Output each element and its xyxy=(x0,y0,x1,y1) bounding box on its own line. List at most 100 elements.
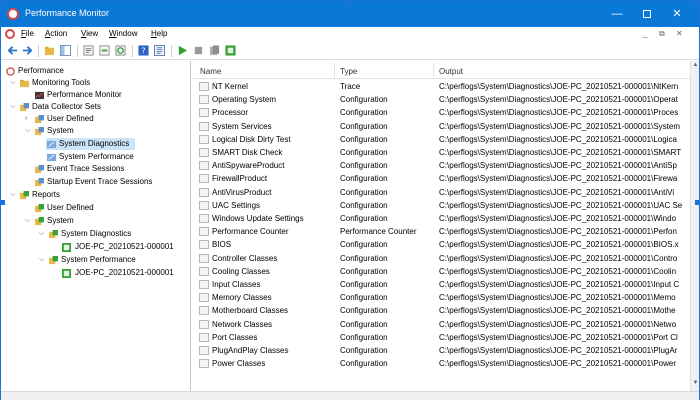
row-output-path: C:\perflogs\System\Diagnostics\JOE-PC_20… xyxy=(439,148,682,157)
forward-arrow-icon[interactable] xyxy=(22,45,33,56)
export-list-icon[interactable] xyxy=(99,45,110,56)
scroll-up-icon[interactable]: ▲ xyxy=(691,62,700,71)
row-output-path: C:\perflogs\System\Diagnostics\JOE-PC_20… xyxy=(439,121,681,131)
expanded-chevron-icon[interactable]: ⌵ xyxy=(10,101,18,113)
column-header-type[interactable]: Type xyxy=(340,67,357,76)
table-row[interactable]: PlugAndPlay Classes Configuration C:\perfl… xyxy=(192,344,690,357)
expanded-chevron-icon[interactable]: ⌵ xyxy=(25,125,33,137)
table-row[interactable]: BIOS Configuration C:\perflogs\System\Diag… xyxy=(192,238,690,251)
stop-icon[interactable] xyxy=(193,45,204,56)
close-button[interactable]: ✕ xyxy=(663,5,691,23)
column-divider[interactable] xyxy=(334,63,335,77)
tree-item-monitoring-tools[interactable]: ⌵ Monitoring Tools xyxy=(1,77,190,89)
row-type: Configuration xyxy=(340,174,388,184)
tree-item-startup-event-trace-sessions[interactable]: Startup Event Trace Sessions xyxy=(1,176,190,188)
collector-item-icon xyxy=(199,108,209,118)
table-row[interactable]: Controller Classes Configuration C:\perflo… xyxy=(192,252,690,265)
refresh-icon[interactable] xyxy=(115,45,126,56)
system-menu-icon[interactable] xyxy=(5,29,15,39)
table-row[interactable]: Motherboard Classes Configuration C:\perfl… xyxy=(192,304,690,317)
tree-item-reports[interactable]: ⌵ Reports xyxy=(1,189,190,201)
minimize-button[interactable]: — xyxy=(603,5,631,23)
tree-item-reports-system-performance[interactable]: ⌵ System Performance xyxy=(1,254,190,266)
tree-item-system[interactable]: ⌵ System xyxy=(1,125,190,137)
properties-icon[interactable] xyxy=(83,45,94,56)
mdi-minimize-button[interactable]: _ xyxy=(643,29,647,38)
table-row[interactable]: Logical Disk Dirty Test Configuration C:\p… xyxy=(192,133,690,146)
row-output-path: C:\perflogs\System\Diagnostics\JOE-PC_20… xyxy=(439,214,677,223)
table-row[interactable]: Memory Classes Configuration C:\perflogs\S… xyxy=(192,291,690,304)
table-row[interactable]: Operating System Configuration C:\perflogs… xyxy=(192,93,690,106)
table-row[interactable]: AntiVirusProduct Configuration C:\perflogs… xyxy=(192,186,690,199)
column-header-output[interactable]: Output xyxy=(439,67,463,76)
expanded-chevron-icon[interactable]: ⌵ xyxy=(39,254,47,266)
row-output-path: C:\perflogs\System\Diagnostics\JOE-PC_20… xyxy=(439,266,677,276)
tree-item-reports-user-defined[interactable]: User Defined xyxy=(1,202,190,214)
reports-icon xyxy=(49,230,58,239)
table-row[interactable]: Cooling Classes Configuration C:\perflogs\… xyxy=(192,265,690,278)
tree-item-system-performance[interactable]: System Performance xyxy=(1,151,190,163)
tree-item-event-trace-sessions[interactable]: Event Trace Sessions xyxy=(1,163,190,175)
latest-report-icon[interactable] xyxy=(209,45,220,56)
up-folder-icon[interactable] xyxy=(44,45,55,56)
maximize-button[interactable] xyxy=(633,5,661,23)
menu-action[interactable]: Action xyxy=(45,29,67,38)
expanded-chevron-icon[interactable]: ⌵ xyxy=(25,215,33,227)
menu-window[interactable]: Window xyxy=(109,29,137,38)
collector-item-icon xyxy=(199,174,209,184)
menu-view[interactable]: View xyxy=(81,29,98,38)
selection-handle xyxy=(695,200,700,205)
collapsed-chevron-icon[interactable]: › xyxy=(25,113,33,125)
row-output-path: C:\perflogs\System\Diagnostics\JOE-PC_20… xyxy=(439,280,680,289)
table-row[interactable]: NT Kernel Trace C:\perflogs\System\Diagnos… xyxy=(192,80,690,93)
row-name: UAC Settings xyxy=(212,200,261,210)
table-row[interactable]: UAC Settings Configuration C:\perflogs\Sys… xyxy=(192,199,690,212)
perfmon-icon xyxy=(6,67,15,76)
tree-item-reports-system[interactable]: ⌵ System xyxy=(1,215,190,227)
table-row[interactable]: Port Classes Configuration C:\perflogs\Sys… xyxy=(192,331,690,344)
tree-item-data-collector-sets[interactable]: ⌵ Data Collector Sets xyxy=(1,101,190,113)
start-icon[interactable] xyxy=(177,45,188,56)
table-row[interactable]: Network Classes Configuration C:\perflogs\… xyxy=(192,318,690,331)
expanded-chevron-icon[interactable]: ⌵ xyxy=(39,228,47,240)
column-divider[interactable] xyxy=(433,63,434,77)
collector-icon xyxy=(47,140,56,149)
table-row[interactable]: Windows Update Settings Configuration C:\p… xyxy=(192,212,690,225)
report-icon[interactable] xyxy=(225,45,236,56)
help-icon[interactable]: ? xyxy=(138,45,149,56)
data-collector-set-icon xyxy=(35,115,44,124)
column-header-name[interactable]: Name xyxy=(200,67,221,76)
row-type: Configuration xyxy=(340,200,388,210)
table-row[interactable]: Power Classes Configuration C:\perflogs\Sy… xyxy=(192,357,690,370)
vertical-scrollbar[interactable]: ▲ ▼ xyxy=(690,61,699,391)
row-output-path: C:\perflogs\System\Diagnostics\JOE-PC_20… xyxy=(439,332,678,342)
tree-item-system-diagnostics[interactable]: System Diagnostics xyxy=(46,138,135,150)
mdi-restore-button[interactable]: ⧉ xyxy=(659,29,665,39)
row-name: Memory Classes xyxy=(212,293,272,303)
expanded-chevron-icon[interactable]: ⌵ xyxy=(10,189,18,201)
tree-item-performance-report[interactable]: JOE-PC_20210521-000001 xyxy=(1,267,190,279)
scroll-down-icon[interactable]: ▼ xyxy=(691,380,700,389)
table-row[interactable]: Input Classes Configuration C:\perflogs\Sy… xyxy=(192,278,690,291)
table-row[interactable]: FirewallProduct Configuration C:\perflogs\… xyxy=(192,172,690,185)
row-output-path: C:\perflogs\System\Diagnostics\JOE-PC_20… xyxy=(439,200,683,210)
view-report-icon[interactable] xyxy=(154,45,165,56)
expanded-chevron-icon[interactable]: ⌵ xyxy=(10,77,18,89)
table-row[interactable]: Performance Counter Performance Counter C:… xyxy=(192,225,690,238)
tree-item-performance-monitor[interactable]: Performance Monitor xyxy=(1,89,190,101)
tree-item-reports-system-diagnostics[interactable]: ⌵ System Diagnostics xyxy=(1,228,190,240)
table-row[interactable]: SMART Disk Check Configuration C:\perflogs… xyxy=(192,146,690,159)
tree-item-user-defined[interactable]: › User Defined xyxy=(1,113,190,125)
tree-item-diagnostics-report[interactable]: JOE-PC_20210521-000001 xyxy=(1,241,190,253)
toolbar-separator xyxy=(38,45,39,57)
mdi-close-button[interactable]: ✕ xyxy=(676,29,683,38)
show-hide-tree-icon[interactable] xyxy=(60,45,71,56)
table-row[interactable]: System Services Configuration C:\perflogs\… xyxy=(192,120,690,133)
menu-help[interactable]: Help xyxy=(151,29,167,38)
tree-item-performance[interactable]: Performance xyxy=(1,65,190,77)
table-row[interactable]: AntiSpywareProduct Configuration C:\perflo… xyxy=(192,159,690,172)
menu-file[interactable]: File xyxy=(21,29,34,38)
table-row[interactable]: Processor Configuration C:\perflogs\System… xyxy=(192,106,690,119)
back-arrow-icon[interactable] xyxy=(7,45,18,56)
row-output-path: C:\perflogs\System\Diagnostics\JOE-PC_20… xyxy=(439,319,677,329)
